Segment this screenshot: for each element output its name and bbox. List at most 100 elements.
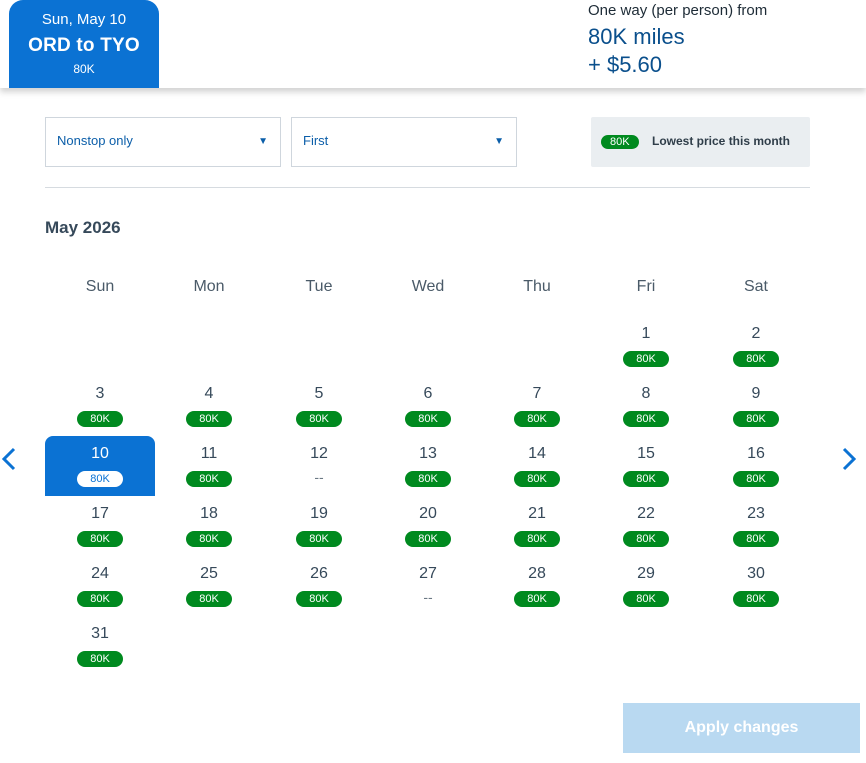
weekday-header: Sun xyxy=(85,278,115,295)
price-pill: 80K xyxy=(405,471,451,487)
calendar-day-cell[interactable]: 27 -- xyxy=(373,556,483,616)
chevron-right-icon[interactable] xyxy=(838,444,858,474)
selected-date-tab[interactable]: Sun, May 10 ORD to TYO 80K xyxy=(9,0,159,88)
day-price-wrap: 80K xyxy=(45,529,155,547)
day-price-wrap: 80K xyxy=(482,529,592,547)
tab-route: ORD to TYO xyxy=(28,35,140,56)
tab-date: Sun, May 10 xyxy=(41,11,127,28)
day-price-wrap: 80K xyxy=(45,409,155,427)
day-number: 1 xyxy=(641,325,651,342)
weekday-header: Fri xyxy=(636,278,656,295)
day-price-wrap: 80K xyxy=(482,589,592,607)
calendar-day-cell[interactable]: 6 80K xyxy=(373,376,483,436)
calendar-day-cell[interactable]: 28 80K xyxy=(482,556,592,616)
price-pill: 80K xyxy=(405,411,451,427)
calendar-day-cell[interactable]: 13 80K xyxy=(373,436,483,496)
day-number: 7 xyxy=(532,385,542,402)
calendar-day-cell[interactable]: 9 80K xyxy=(701,376,811,436)
calendar-day-cell[interactable]: 5 80K xyxy=(264,376,374,436)
price-pill: 80K xyxy=(296,411,342,427)
tab-price: 80K xyxy=(73,62,95,76)
day-number: 27 xyxy=(419,565,437,582)
calendar-day-cell[interactable]: 22 80K xyxy=(591,496,701,556)
day-price-wrap: 80K xyxy=(591,409,701,427)
day-price-wrap: 80K xyxy=(701,469,811,487)
cabin-select[interactable]: First ▼ xyxy=(291,117,517,167)
calendar-day-cell[interactable]: 23 80K xyxy=(701,496,811,556)
day-number: 3 xyxy=(95,385,105,402)
price-pill: 80K xyxy=(186,591,232,607)
day-price-wrap: 80K xyxy=(701,409,811,427)
day-number: 15 xyxy=(637,445,655,462)
price-pill: 80K xyxy=(77,471,123,487)
day-number: 20 xyxy=(419,505,437,522)
day-price-wrap: 80K xyxy=(373,469,483,487)
price-pill: 80K xyxy=(186,471,232,487)
calendar-day-cell[interactable]: 7 80K xyxy=(482,376,592,436)
calendar-day-cell[interactable]: 1 80K xyxy=(591,316,701,376)
calendar-day-cell[interactable]: 25 80K xyxy=(154,556,264,616)
calendar-day-cell[interactable]: 21 80K xyxy=(482,496,592,556)
calendar-day-cell[interactable]: 15 80K xyxy=(591,436,701,496)
price-pill: 80K xyxy=(733,591,779,607)
price-pill: 80K xyxy=(623,591,669,607)
day-number: 26 xyxy=(310,565,328,582)
calendar-day-cell[interactable]: 19 80K xyxy=(264,496,374,556)
price-pill: 80K xyxy=(733,531,779,547)
weekday-header: Thu xyxy=(523,278,551,295)
price-pill: 80K xyxy=(623,531,669,547)
calendar-day-cell[interactable]: 30 80K xyxy=(701,556,811,616)
calendar-day-cell[interactable]: 29 80K xyxy=(591,556,701,616)
day-number: 18 xyxy=(200,505,218,522)
day-price-wrap: 80K xyxy=(154,589,264,607)
day-number: 5 xyxy=(314,385,324,402)
chevron-left-icon[interactable] xyxy=(0,444,20,474)
calendar-day-cell[interactable]: 10 80K xyxy=(45,436,155,496)
price-pill: 80K xyxy=(77,651,123,667)
calendar-day-cell[interactable]: 2 80K xyxy=(701,316,811,376)
weekday-header: Sat xyxy=(743,278,768,295)
calendar-day-cell[interactable]: 4 80K xyxy=(154,376,264,436)
calendar-day-cell[interactable]: 3 80K xyxy=(45,376,155,436)
calendar-day-cell[interactable]: 17 80K xyxy=(45,496,155,556)
day-number: 22 xyxy=(637,505,655,522)
price-pill: 80K xyxy=(186,411,232,427)
price-pill: 80K xyxy=(514,531,560,547)
calendar-day-cell[interactable]: 26 80K xyxy=(264,556,374,616)
calendar-day-cell[interactable]: 12 -- xyxy=(264,436,374,496)
day-number: 11 xyxy=(200,445,218,462)
day-number: 14 xyxy=(528,445,546,462)
day-price-wrap: 80K xyxy=(373,409,483,427)
price-pill: 80K xyxy=(296,531,342,547)
day-price-wrap: 80K xyxy=(154,529,264,547)
day-price-wrap: 80K xyxy=(591,469,701,487)
apply-changes-button[interactable]: Apply changes xyxy=(623,703,860,753)
calendar-day-cell[interactable]: 18 80K xyxy=(154,496,264,556)
day-price-wrap: 80K xyxy=(45,649,155,667)
legend-text: Lowest price this month xyxy=(652,134,791,148)
day-number: 31 xyxy=(91,625,109,642)
calendar-day-cell[interactable]: 20 80K xyxy=(373,496,483,556)
day-price-wrap: 80K xyxy=(154,469,264,487)
price-pill: 80K xyxy=(514,411,560,427)
calendar-day-cell[interactable]: 16 80K xyxy=(701,436,811,496)
calendar-day-cell[interactable]: 14 80K xyxy=(482,436,592,496)
calendar-day-cell[interactable]: 31 80K xyxy=(45,616,155,676)
price-pill: 80K xyxy=(77,411,123,427)
calendar-day-cell[interactable]: 8 80K xyxy=(591,376,701,436)
stops-select[interactable]: Nonstop only ▼ xyxy=(45,117,281,167)
day-price-wrap: 80K xyxy=(701,529,811,547)
day-number: 6 xyxy=(423,385,433,402)
day-number: 10 xyxy=(91,445,109,462)
day-number: 29 xyxy=(637,565,655,582)
day-price-wrap: 80K xyxy=(45,469,155,487)
fare-summary: One way (per person) from 80K miles + $5… xyxy=(588,2,767,79)
day-number: 25 xyxy=(200,565,218,582)
day-price-wrap: 80K xyxy=(701,349,811,367)
day-number: 24 xyxy=(91,565,109,582)
no-price-indicator: -- xyxy=(423,589,433,605)
day-price-wrap: 80K xyxy=(264,409,374,427)
calendar-day-cell[interactable]: 11 80K xyxy=(154,436,264,496)
calendar-day-cell[interactable]: 24 80K xyxy=(45,556,155,616)
price-legend: 80K Lowest price this month xyxy=(591,117,810,167)
